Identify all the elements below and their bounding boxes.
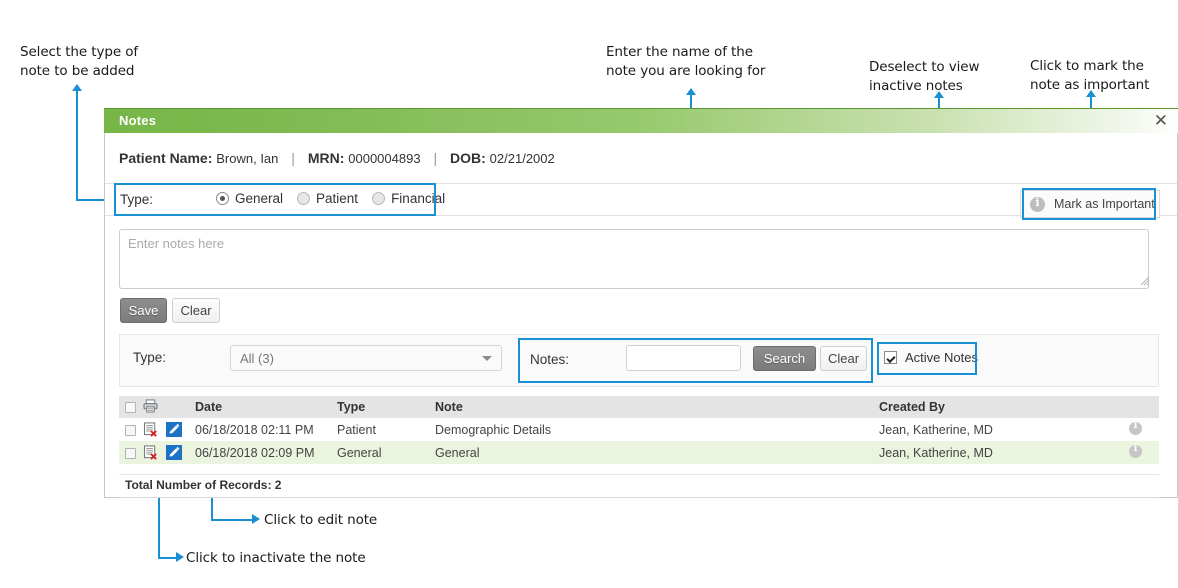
annotation-deselect-inactive: Deselect to view inactive notes: [869, 59, 980, 94]
note-type-radio-group[interactable]: General Patient Financial: [216, 191, 459, 206]
radio-patient[interactable]: Patient: [297, 191, 358, 206]
header-note[interactable]: Note: [435, 396, 879, 418]
cell-note: Demographic Details: [435, 418, 879, 441]
cell-info[interactable]: [1129, 418, 1159, 441]
leader-line-edit-h2: [211, 519, 254, 521]
row-actions[interactable]: [143, 441, 195, 464]
leader-line-inactivate-h: [158, 557, 178, 559]
radio-general[interactable]: General: [216, 191, 283, 206]
save-button[interactable]: Save: [120, 298, 167, 323]
radio-financial-dot[interactable]: [372, 192, 386, 205]
header-type[interactable]: Type: [337, 396, 435, 418]
header-select-all[interactable]: [119, 396, 143, 418]
notes-table: Date Type Note Created By 06/18/2018 02:…: [119, 396, 1159, 464]
leader-arrow-note-type: [72, 84, 82, 91]
inactivate-icon[interactable]: [143, 445, 159, 460]
row-select-checkbox[interactable]: [119, 441, 143, 464]
radio-financial-label: Financial: [391, 191, 446, 206]
radio-patient-dot[interactable]: [297, 192, 311, 205]
filter-clear-button[interactable]: Clear: [820, 346, 867, 371]
divider-2: |: [433, 150, 438, 166]
leader-arrow-note-name: [686, 88, 696, 95]
total-records-label: Total Number of Records: 2: [125, 478, 282, 492]
mrn-value: 0000004893: [348, 151, 421, 166]
table-header-row: Date Type Note Created By: [119, 396, 1159, 418]
annotation-select-note-type: Select the type of note to be added: [20, 44, 139, 79]
cell-date: 06/18/2018 02:11 PM: [195, 418, 337, 441]
leader-arrow-edit: [252, 514, 260, 524]
radio-general-dot[interactable]: [216, 192, 229, 205]
search-button[interactable]: Search: [753, 346, 816, 371]
dob-label: DOB:: [450, 150, 486, 166]
radio-financial[interactable]: Financial: [372, 191, 445, 206]
inactivate-icon[interactable]: [143, 422, 159, 437]
note-type-label: Type:: [120, 192, 154, 207]
checkbox-icon[interactable]: [125, 447, 136, 459]
table-row[interactable]: 06/18/2018 02:11 PM Patient Demographic …: [119, 418, 1159, 441]
info-icon: [1030, 196, 1045, 212]
radio-general-label: General: [235, 191, 284, 206]
cell-info[interactable]: [1129, 441, 1159, 464]
header-date[interactable]: Date: [195, 396, 337, 418]
close-icon[interactable]: ✕: [1154, 112, 1168, 130]
filter-type-value: All (3): [240, 350, 274, 366]
cell-date: 06/18/2018 02:09 PM: [195, 441, 337, 464]
filter-type-label: Type:: [133, 350, 167, 365]
filter-type-dropdown[interactable]: All (3): [230, 345, 502, 371]
dob-value: 02/21/2002: [489, 151, 555, 166]
row-actions[interactable]: [143, 418, 195, 441]
row-select-checkbox[interactable]: [119, 418, 143, 441]
header-info: [1129, 396, 1159, 418]
checkbox-icon[interactable]: [125, 424, 136, 436]
cell-type: Patient: [337, 418, 435, 441]
patient-name-value: Brown, Ian: [216, 151, 279, 166]
patient-name-label: Patient Name:: [119, 150, 213, 166]
printer-icon[interactable]: [143, 398, 158, 413]
annotation-click-inactivate-note: Click to inactivate the note: [186, 550, 366, 566]
cell-created-by: Jean, Katherine, MD: [879, 441, 1129, 464]
clear-button[interactable]: Clear: [172, 298, 220, 323]
patient-info-bar: Patient Name: Brown, Ian | MRN: 00000048…: [119, 150, 555, 166]
info-icon[interactable]: [1129, 443, 1142, 458]
total-records-row: Total Number of Records: 2: [119, 474, 1159, 498]
notes-textarea[interactable]: [119, 229, 1149, 289]
mark-as-important-button[interactable]: Mark as Important: [1020, 190, 1160, 218]
cell-type: General: [337, 441, 435, 464]
filter-notes-label: Notes:: [530, 352, 570, 367]
mark-as-important-label: Mark as Important: [1054, 197, 1155, 211]
cell-note: General: [435, 441, 879, 464]
table-row[interactable]: 06/18/2018 02:09 PM General General Jean…: [119, 441, 1159, 464]
header-created-by[interactable]: Created By: [879, 396, 1129, 418]
leader-line-note-type-v: [76, 90, 78, 200]
checkbox-icon[interactable]: [884, 351, 897, 364]
leader-arrow-inactive: [934, 91, 944, 98]
notes-search-input[interactable]: [626, 345, 741, 371]
leader-arrow-inactivate: [176, 552, 184, 562]
annotation-click-edit-note: Click to edit note: [264, 512, 378, 528]
info-icon[interactable]: [1129, 420, 1142, 435]
divider-1: |: [291, 150, 295, 166]
page-title: Notes: [119, 113, 157, 128]
leader-arrow-important: [1086, 90, 1096, 97]
chevron-down-icon: [482, 355, 492, 361]
edit-pencil-icon[interactable]: [166, 422, 183, 438]
select-all-checkbox-icon[interactable]: [125, 402, 136, 414]
mrn-label: MRN:: [307, 150, 345, 166]
active-notes-checkbox[interactable]: Active Notes: [884, 350, 978, 365]
annotation-enter-note-name: Enter the name of the note you are looki…: [606, 44, 766, 79]
header-print[interactable]: [143, 396, 195, 418]
radio-patient-label: Patient: [316, 191, 359, 206]
cell-created-by: Jean, Katherine, MD: [879, 418, 1129, 441]
active-notes-label: Active Notes: [905, 350, 978, 365]
notes-panel-titlebar: Notes ✕: [104, 108, 1178, 133]
edit-pencil-icon[interactable]: [166, 445, 183, 461]
